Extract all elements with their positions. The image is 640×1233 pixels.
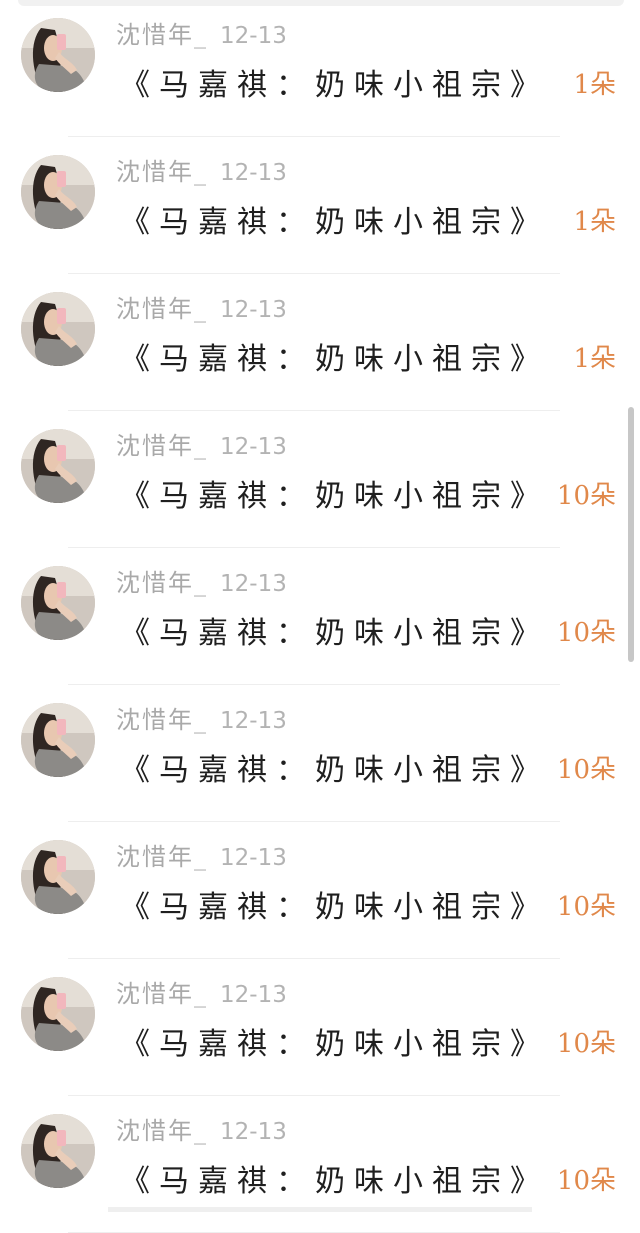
post-date: 12-13 bbox=[220, 23, 287, 49]
post-date: 12-13 bbox=[220, 434, 287, 460]
post-date: 12-13 bbox=[220, 160, 287, 186]
list-item[interactable]: 沈惜年_ 12-13 《马嘉祺：奶味小祖宗》 10朵 bbox=[0, 685, 640, 822]
flower-count: 1朵 bbox=[573, 207, 616, 237]
avatar[interactable] bbox=[21, 703, 95, 777]
username[interactable]: 沈惜年_ bbox=[116, 706, 208, 734]
flower-count: 1朵 bbox=[573, 344, 616, 374]
post-meta: 沈惜年_ 12-13 bbox=[116, 1111, 287, 1146]
avatar-photo-icon bbox=[21, 155, 95, 229]
flower-count: 10朵 bbox=[556, 1166, 616, 1196]
scrollbar[interactable] bbox=[628, 407, 634, 662]
avatar[interactable] bbox=[21, 977, 95, 1051]
avatar-photo-icon bbox=[21, 292, 95, 366]
post-date: 12-13 bbox=[220, 297, 287, 323]
avatar-photo-icon bbox=[21, 703, 95, 777]
story-title[interactable]: 《马嘉祺：奶味小祖宗》 bbox=[120, 60, 549, 104]
list-item[interactable]: 沈惜年_ 12-13 《马嘉祺：奶味小祖宗》 1朵 bbox=[0, 274, 640, 411]
avatar-photo-icon bbox=[21, 18, 95, 92]
avatar-photo-icon bbox=[21, 840, 95, 914]
avatar[interactable] bbox=[21, 18, 95, 92]
story-title[interactable]: 《马嘉祺：奶味小祖宗》 bbox=[120, 608, 549, 652]
post-meta: 沈惜年_ 12-13 bbox=[116, 563, 287, 598]
username[interactable]: 沈惜年_ bbox=[116, 980, 208, 1008]
avatar[interactable] bbox=[21, 840, 95, 914]
username[interactable]: 沈惜年_ bbox=[116, 432, 208, 460]
username[interactable]: 沈惜年_ bbox=[116, 295, 208, 323]
avatar[interactable] bbox=[21, 566, 95, 640]
post-date: 12-13 bbox=[220, 571, 287, 597]
avatar-photo-icon bbox=[21, 429, 95, 503]
list-item[interactable]: 沈惜年_ 12-13 《马嘉祺：奶味小祖宗》 1朵 bbox=[0, 137, 640, 274]
story-title[interactable]: 《马嘉祺：奶味小祖宗》 bbox=[120, 1156, 549, 1200]
post-date: 12-13 bbox=[220, 982, 287, 1008]
post-meta: 沈惜年_ 12-13 bbox=[116, 426, 287, 461]
avatar-photo-icon bbox=[21, 977, 95, 1051]
username[interactable]: 沈惜年_ bbox=[116, 1117, 208, 1145]
story-title[interactable]: 《马嘉祺：奶味小祖宗》 bbox=[120, 882, 549, 926]
flower-count: 1朵 bbox=[573, 70, 616, 100]
list-item[interactable]: 沈惜年_ 12-13 《马嘉祺：奶味小祖宗》 10朵 bbox=[0, 1096, 640, 1233]
flower-count: 10朵 bbox=[556, 1029, 616, 1059]
post-meta: 沈惜年_ 12-13 bbox=[116, 289, 287, 324]
post-meta: 沈惜年_ 12-13 bbox=[116, 974, 287, 1009]
flower-count: 10朵 bbox=[556, 755, 616, 785]
flower-count: 10朵 bbox=[556, 481, 616, 511]
avatar-photo-icon bbox=[21, 1114, 95, 1188]
story-title[interactable]: 《马嘉祺：奶味小祖宗》 bbox=[120, 471, 549, 515]
post-meta: 沈惜年_ 12-13 bbox=[116, 15, 287, 50]
list-item[interactable]: 沈惜年_ 12-13 《马嘉祺：奶味小祖宗》 10朵 bbox=[0, 411, 640, 548]
post-date: 12-13 bbox=[220, 708, 287, 734]
gift-record-list: 沈惜年_ 12-13 《马嘉祺：奶味小祖宗》 1朵 沈惜年_ 12-13 《马嘉祺：… bbox=[0, 0, 640, 1233]
post-meta: 沈惜年_ 12-13 bbox=[116, 700, 287, 735]
story-title[interactable]: 《马嘉祺：奶味小祖宗》 bbox=[120, 1019, 549, 1063]
bottom-edge bbox=[108, 1207, 532, 1212]
post-date: 12-13 bbox=[220, 1119, 287, 1145]
story-title[interactable]: 《马嘉祺：奶味小祖宗》 bbox=[120, 334, 549, 378]
username[interactable]: 沈惜年_ bbox=[116, 158, 208, 186]
username[interactable]: 沈惜年_ bbox=[116, 569, 208, 597]
story-title[interactable]: 《马嘉祺：奶味小祖宗》 bbox=[120, 197, 549, 241]
story-title[interactable]: 《马嘉祺：奶味小祖宗》 bbox=[120, 745, 549, 789]
avatar[interactable] bbox=[21, 429, 95, 503]
avatar[interactable] bbox=[21, 1114, 95, 1188]
flower-count: 10朵 bbox=[556, 892, 616, 922]
list-item[interactable]: 沈惜年_ 12-13 《马嘉祺：奶味小祖宗》 10朵 bbox=[0, 959, 640, 1096]
list-item[interactable]: 沈惜年_ 12-13 《马嘉祺：奶味小祖宗》 10朵 bbox=[0, 548, 640, 685]
avatar[interactable] bbox=[21, 292, 95, 366]
avatar-photo-icon bbox=[21, 566, 95, 640]
flower-count: 10朵 bbox=[556, 618, 616, 648]
username[interactable]: 沈惜年_ bbox=[116, 843, 208, 871]
list-item[interactable]: 沈惜年_ 12-13 《马嘉祺：奶味小祖宗》 10朵 bbox=[0, 822, 640, 959]
username[interactable]: 沈惜年_ bbox=[116, 21, 208, 49]
post-meta: 沈惜年_ 12-13 bbox=[116, 152, 287, 187]
post-meta: 沈惜年_ 12-13 bbox=[116, 837, 287, 872]
post-date: 12-13 bbox=[220, 845, 287, 871]
list-item[interactable]: 沈惜年_ 12-13 《马嘉祺：奶味小祖宗》 1朵 bbox=[0, 0, 640, 137]
avatar[interactable] bbox=[21, 155, 95, 229]
